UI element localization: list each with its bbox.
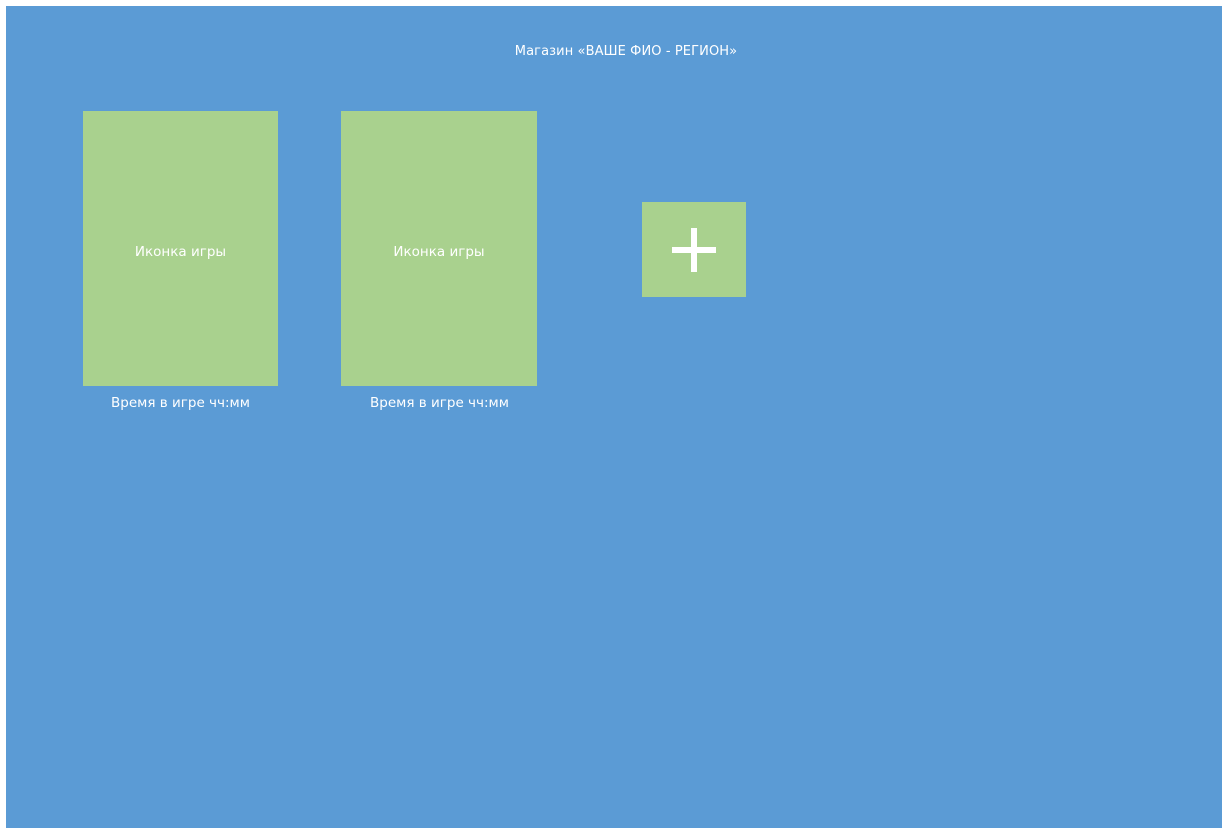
game-icon-placeholder: Иконка игры	[134, 243, 227, 260]
shop-screen: Магазин «ВАШЕ ФИО - РЕГИОН» Иконка игры …	[6, 6, 1222, 828]
game-card[interactable]: Иконка игры	[341, 111, 537, 386]
play-time-label: Время в игре чч:мм	[111, 395, 250, 411]
game-card[interactable]: Иконка игры	[83, 111, 278, 386]
game-icon-placeholder: Иконка игры	[393, 243, 485, 260]
plus-icon	[672, 228, 716, 272]
play-time-label: Время в игре чч:мм	[370, 395, 509, 411]
page-title: Магазин «ВАШЕ ФИО - РЕГИОН»	[514, 44, 738, 59]
add-game-button[interactable]	[642, 202, 746, 297]
